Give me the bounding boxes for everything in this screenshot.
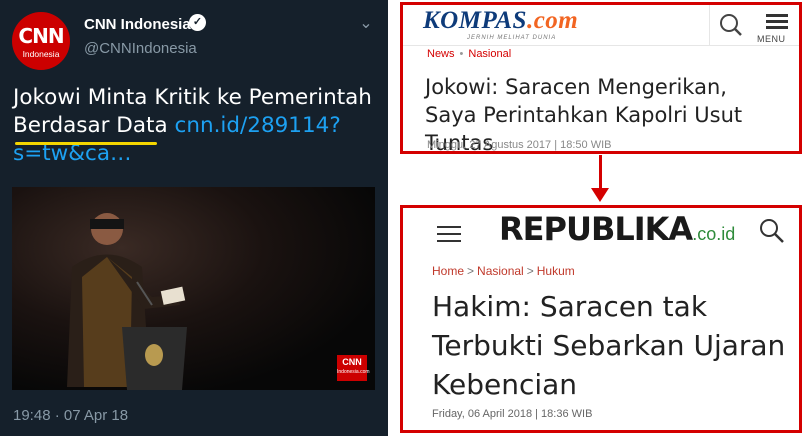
photo-badge: CNN Indonesia.com <box>337 355 370 381</box>
breadcrumb-item-nasional[interactable]: Nasional <box>468 48 511 60</box>
hamburger-icon[interactable] <box>437 226 463 244</box>
breadcrumb-item-hukum[interactable]: Hukum <box>537 264 575 278</box>
kompas-logo[interactable]: KOMPAS.com <box>423 7 578 35</box>
breadcrumb-item-news[interactable]: News <box>427 48 455 60</box>
avatar[interactable]: CNN Indonesia <box>12 12 70 70</box>
breadcrumb-separator: > <box>467 264 475 278</box>
breadcrumb-separator: > <box>526 264 534 278</box>
menu-button[interactable]: MENU <box>755 5 799 45</box>
tweet-timestamp[interactable]: 19:48 · 07 Apr 18 <box>13 407 128 424</box>
republika-headline[interactable]: Hakim: Saracen tak Terbukti Sebarkan Uja… <box>432 287 792 404</box>
verified-icon: ✓ <box>189 14 206 31</box>
republika-logo-text: REPUBLIKA <box>499 210 693 248</box>
kompas-date: Minggu, 27 Agustus 2017 | 18:50 WIB <box>427 139 612 151</box>
kompas-tagline: JERNIH MELIHAT DUNIA <box>467 35 557 41</box>
menu-label: MENU <box>757 34 786 44</box>
arrow-connector <box>599 155 602 191</box>
arrow-down-icon <box>591 188 609 202</box>
chevron-down-icon[interactable]: ⌄ <box>356 14 376 34</box>
tweet-text: Jokowi Minta Kritik ke Pemerintah Berdas… <box>13 84 381 168</box>
search-icon-glyph <box>720 14 742 36</box>
search-icon[interactable] <box>709 5 752 45</box>
breadcrumb-item-home[interactable]: Home <box>432 264 464 278</box>
breadcrumb: News • Nasional <box>427 48 511 60</box>
republika-logo[interactable]: REPUBLIKA.co.id <box>499 210 735 248</box>
account-handle[interactable]: @CNNIndonesia <box>84 40 197 57</box>
tweet-panel: CNN Indonesia CNN Indonesia ✓ @CNNIndone… <box>0 0 388 436</box>
kompas-header: KOMPAS.com JERNIH MELIHAT DUNIA MENU <box>403 5 799 46</box>
kompas-logo-domain: .com <box>526 7 579 34</box>
republika-article-card: REPUBLIKA.co.id Home > Nasional > Hukum Haki… <box>400 205 802 433</box>
search-icon-glyph <box>760 219 784 243</box>
speaker-illustration <box>67 213 187 390</box>
highlight-underline <box>15 142 157 145</box>
republika-logo-domain: .co.id <box>692 224 736 244</box>
photo-badge-sub: Indonesia.com <box>337 369 370 375</box>
avatar-sub: Indonesia <box>22 49 60 59</box>
tweet-photo[interactable]: CNN Indonesia.com <box>12 187 375 390</box>
search-icon[interactable] <box>757 216 787 246</box>
photo-badge-label: CNN <box>342 357 362 367</box>
kompas-logo-text: KOMPAS <box>423 7 527 34</box>
avatar-logo: CNN <box>18 24 64 48</box>
republika-date: Friday, 06 April 2018 | 18:36 WIB <box>432 408 593 420</box>
kompas-article-card: KOMPAS.com JERNIH MELIHAT DUNIA MENU New… <box>400 2 802 155</box>
breadcrumb-separator: • <box>459 48 464 60</box>
account-name[interactable]: CNN Indonesia <box>84 16 191 33</box>
breadcrumb-item-nasional[interactable]: Nasional <box>477 264 524 278</box>
menu-icon <box>766 14 788 29</box>
breadcrumb: Home > Nasional > Hukum <box>432 264 575 278</box>
